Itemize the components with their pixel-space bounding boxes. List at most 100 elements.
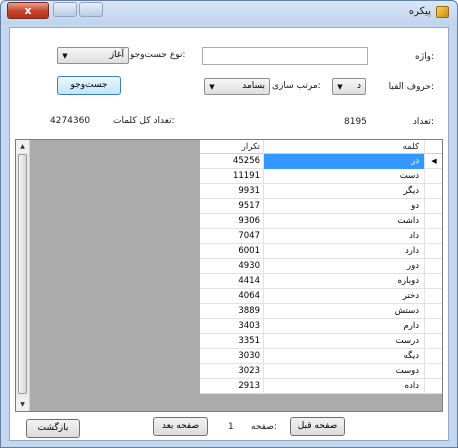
table-header: تکرار کلمه — [200, 140, 442, 154]
table-row[interactable]: 4930 دور — [200, 259, 442, 274]
row-selector[interactable] — [425, 304, 442, 319]
table-row[interactable]: 2913 داده — [200, 379, 442, 394]
table-row[interactable]: 9306 داشت — [200, 214, 442, 229]
row-selector[interactable] — [425, 259, 442, 274]
cell-word[interactable]: دوباره — [264, 274, 425, 289]
cell-word[interactable]: دور — [264, 259, 425, 274]
row-selector[interactable] — [425, 184, 442, 199]
chevron-down-icon: ▼ — [337, 83, 343, 91]
table-row[interactable]: 6001 دارد — [200, 244, 442, 259]
row-selector[interactable] — [425, 274, 442, 289]
table-row[interactable]: 7047 داد — [200, 229, 442, 244]
row-selector-arrow-icon[interactable]: ◀ — [425, 154, 442, 169]
back-button[interactable]: بازگشت — [26, 419, 80, 438]
row-selector[interactable] — [425, 229, 442, 244]
table-row[interactable]: 4414 دوباره — [200, 274, 442, 289]
search-type-label: نوع جست‌وجو: — [130, 50, 186, 60]
cell-word[interactable]: داده — [264, 379, 425, 394]
cell-count[interactable]: 3023 — [200, 364, 264, 379]
scroll-thumb[interactable] — [18, 154, 27, 394]
cell-word[interactable]: دست — [264, 169, 425, 184]
cell-count[interactable]: 3889 — [200, 304, 264, 319]
sort-value: بسامد — [242, 81, 265, 91]
cell-count[interactable]: 4064 — [200, 289, 264, 304]
prev-page-button[interactable]: صفحه قبل — [290, 417, 345, 436]
cell-count[interactable]: 2913 — [200, 379, 264, 394]
table-row[interactable]: 3023 دوست — [200, 364, 442, 379]
search-type-value: آغاز — [109, 50, 124, 60]
cell-word[interactable]: دیگه — [264, 349, 425, 364]
cell-word[interactable]: دستش — [264, 304, 425, 319]
table-row[interactable]: 4064 دختر — [200, 289, 442, 304]
total-words-value: 4274360 — [50, 116, 91, 126]
cell-word[interactable]: در — [264, 154, 425, 169]
cell-word[interactable]: دیگر — [264, 184, 425, 199]
header-count[interactable]: تکرار — [200, 140, 264, 154]
table-row[interactable]: 3351 درست — [200, 334, 442, 349]
table-row[interactable]: 3889 دستش — [200, 304, 442, 319]
word-input[interactable] — [202, 47, 368, 65]
sort-select[interactable]: ▼ بسامد — [204, 78, 270, 95]
table-row[interactable]: 9517 دو — [200, 199, 442, 214]
row-selector[interactable] — [425, 364, 442, 379]
cell-word[interactable]: دارم — [264, 319, 425, 334]
cell-word[interactable]: درست — [264, 334, 425, 349]
cell-count[interactable]: 6001 — [200, 244, 264, 259]
cell-count[interactable]: 9931 — [200, 184, 264, 199]
row-selector[interactable] — [425, 349, 442, 364]
cell-word[interactable]: دختر — [264, 289, 425, 304]
table-row[interactable]: 9931 دیگر — [200, 184, 442, 199]
word-label: واژه: — [415, 52, 434, 62]
count-label: تعداد: — [412, 117, 434, 127]
first-letter-select[interactable]: ▼ د — [332, 78, 366, 95]
page-value: 1 — [228, 422, 234, 432]
table-body: 45256 در ◀ 11191 دست 9931 دیگر 9517 دو 9306 داشت 70… — [200, 154, 442, 394]
scroll-up-icon[interactable]: ▲ — [16, 140, 29, 153]
maximize-button[interactable] — [53, 2, 77, 17]
cell-word[interactable]: داشت — [264, 214, 425, 229]
row-selector[interactable] — [425, 334, 442, 349]
page-label: صفحه: — [251, 422, 277, 432]
cell-word[interactable]: دارد — [264, 244, 425, 259]
table-row[interactable]: 3403 دارم — [200, 319, 442, 334]
table-row[interactable]: 11191 دست — [200, 169, 442, 184]
next-page-button[interactable]: صفحه بعد — [153, 417, 208, 436]
cell-count[interactable]: 11191 — [200, 169, 264, 184]
client-area: واژه: نوع جست‌وجو: ▼ آغاز حروف الفبا: ▼ … — [9, 27, 449, 441]
search-button[interactable]: جست‌وجو — [57, 76, 121, 95]
cell-word[interactable]: دو — [264, 199, 425, 214]
cell-count[interactable]: 3030 — [200, 349, 264, 364]
main-window: x پیکره واژه: نوع جست‌وجو: ▼ آغاز حروف ا… — [0, 0, 458, 448]
row-selector[interactable] — [425, 379, 442, 394]
cell-count[interactable]: 3351 — [200, 334, 264, 349]
cell-word[interactable]: داد — [264, 229, 425, 244]
table-row[interactable]: 45256 در ◀ — [200, 154, 442, 169]
cell-count[interactable]: 9306 — [200, 214, 264, 229]
header-word[interactable]: کلمه — [264, 140, 425, 154]
row-selector[interactable] — [425, 214, 442, 229]
scroll-down-icon[interactable]: ▼ — [16, 398, 29, 411]
row-selector[interactable] — [425, 169, 442, 184]
close-button[interactable]: x — [7, 2, 49, 19]
first-letters-label: حروف الفبا: — [388, 82, 434, 92]
table-row[interactable]: 3030 دیگه — [200, 349, 442, 364]
row-selector[interactable] — [425, 199, 442, 214]
cell-count[interactable]: 4930 — [200, 259, 264, 274]
cell-count[interactable]: 45256 — [200, 154, 264, 169]
cell-count[interactable]: 3403 — [200, 319, 264, 334]
cell-count[interactable]: 7047 — [200, 229, 264, 244]
first-letter-value: د — [356, 81, 361, 91]
row-selector[interactable] — [425, 244, 442, 259]
chevron-down-icon: ▼ — [62, 52, 68, 60]
cell-count[interactable]: 4414 — [200, 274, 264, 289]
grid-scrollbar[interactable]: ▲ ▼ — [16, 140, 30, 411]
minimize-button[interactable] — [79, 2, 103, 17]
search-type-select[interactable]: ▼ آغاز — [57, 47, 129, 64]
row-selector[interactable] — [425, 289, 442, 304]
app-icon — [436, 6, 449, 18]
cell-word[interactable]: دوست — [264, 364, 425, 379]
words-table: تکرار کلمه 45256 در ◀ 11191 دست 9931 دیگر 9517 د… — [200, 140, 442, 394]
sort-label: مرتب سازی: — [272, 81, 321, 91]
row-selector[interactable] — [425, 319, 442, 334]
cell-count[interactable]: 9517 — [200, 199, 264, 214]
